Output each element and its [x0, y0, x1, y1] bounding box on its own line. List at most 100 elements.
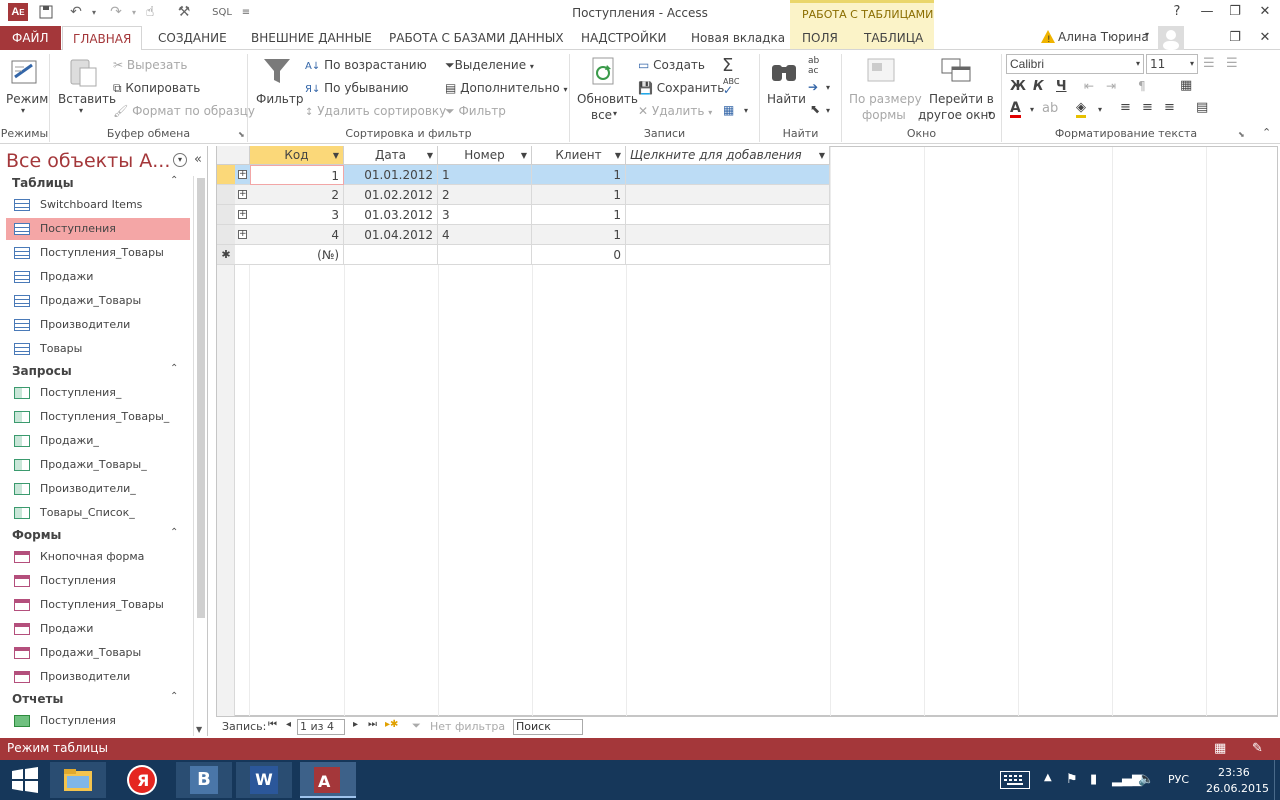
- ribbon-restore-icon[interactable]: ❐: [1222, 28, 1248, 48]
- tab-new[interactable]: Новая вкладка: [681, 26, 795, 50]
- row-selector[interactable]: [217, 225, 235, 245]
- user-dropdown-icon[interactable]: ▾: [1145, 30, 1149, 39]
- remove-sort-button[interactable]: ↕ Удалить сортировку: [305, 104, 446, 118]
- nav-section-header[interactable]: Таблицы: [12, 176, 74, 190]
- table-cell[interactable]: [626, 245, 830, 265]
- table-cell[interactable]: [626, 205, 830, 225]
- redo-icon[interactable]: ↷: [106, 3, 126, 21]
- align-right-icon[interactable]: ≡: [1164, 100, 1175, 115]
- table-cell[interactable]: (№): [250, 245, 344, 265]
- refresh-dropdown-icon[interactable]: ▾: [613, 109, 617, 118]
- last-record-icon[interactable]: ⏭: [368, 719, 377, 730]
- nav-section-header[interactable]: Формы: [12, 528, 61, 542]
- action-center-icon[interactable]: ⚑: [1066, 772, 1078, 787]
- table-cell[interactable]: 01.01.2012: [344, 165, 438, 185]
- column-header-number[interactable]: Номер ▼: [438, 146, 532, 165]
- nav-title[interactable]: Все объекты А...: [6, 150, 170, 172]
- tools-icon[interactable]: ⚒: [174, 3, 194, 21]
- restore-icon[interactable]: ❐: [1222, 2, 1248, 22]
- column-dropdown-icon[interactable]: ▼: [333, 146, 339, 165]
- tab-database-tools[interactable]: РАБОТА С БАЗАМИ ДАННЫХ: [379, 26, 574, 50]
- column-header-date[interactable]: Дата ▼: [344, 146, 438, 165]
- nav-item[interactable]: Производители: [14, 666, 190, 688]
- nav-item[interactable]: Поступления_Товары_: [14, 406, 190, 428]
- filter-icon[interactable]: [262, 56, 292, 89]
- nav-item[interactable]: Продажи: [14, 618, 190, 640]
- tab-table[interactable]: ТАБЛИЦА: [854, 26, 933, 50]
- gridlines-icon[interactable]: ▦: [1180, 78, 1192, 93]
- explorer-taskbar-button[interactable]: [50, 762, 106, 798]
- nav-item[interactable]: Производители_: [14, 478, 190, 500]
- tab-fields[interactable]: ПОЛЯ: [792, 26, 848, 50]
- selection-button[interactable]: ⏷Выделение ▾: [445, 58, 534, 73]
- nav-item[interactable]: Продажи: [14, 266, 190, 288]
- battery-icon[interactable]: ▮: [1090, 772, 1097, 787]
- table-cell[interactable]: 2: [438, 185, 532, 205]
- nav-item[interactable]: Поступления: [6, 218, 190, 240]
- highlight-icon[interactable]: ab: [1042, 101, 1058, 116]
- tab-external-data[interactable]: ВНЕШНИЕ ДАННЫЕ: [241, 26, 382, 50]
- undo-icon[interactable]: ↶: [66, 3, 86, 21]
- sql-button[interactable]: SQL: [206, 3, 238, 21]
- expand-subdatasheet-icon[interactable]: +: [238, 210, 247, 219]
- tab-home[interactable]: ГЛАВНАЯ: [62, 26, 142, 51]
- save-record-button[interactable]: 💾 Сохранить: [638, 81, 724, 95]
- nav-section-header[interactable]: Отчеты: [12, 692, 63, 706]
- table-cell[interactable]: 1: [532, 225, 626, 245]
- table-cell[interactable]: 0: [532, 245, 626, 265]
- datasheet-view-icon[interactable]: ▦: [1214, 741, 1226, 756]
- first-record-icon[interactable]: ⏮: [268, 719, 277, 730]
- select-dropdown-icon[interactable]: ▾: [826, 106, 830, 115]
- expand-subdatasheet-icon[interactable]: +: [238, 170, 247, 179]
- nav-menu-icon[interactable]: ▾: [173, 153, 187, 167]
- access-taskbar-button[interactable]: A: [300, 762, 356, 798]
- table-cell[interactable]: 4: [438, 225, 532, 245]
- next-record-icon[interactable]: ▸: [353, 719, 358, 730]
- select-icon[interactable]: ⬉: [810, 102, 820, 116]
- totals-icon[interactable]: Σ: [722, 55, 733, 76]
- close-icon[interactable]: ✕: [1252, 2, 1278, 22]
- no-filter-label[interactable]: Нет фильтра: [430, 720, 505, 733]
- nav-item[interactable]: Продажи_Товары: [14, 290, 190, 312]
- collapse-section-icon[interactable]: ⌃: [170, 527, 178, 538]
- language-indicator[interactable]: РУС: [1168, 773, 1189, 786]
- nav-item[interactable]: Кнопочная форма: [14, 546, 190, 568]
- italic-button[interactable]: К: [1033, 79, 1044, 94]
- nav-item[interactable]: Поступления_Товары: [14, 242, 190, 264]
- binoculars-icon[interactable]: [770, 57, 798, 88]
- save-icon[interactable]: [36, 3, 56, 21]
- view-dropdown-icon[interactable]: ▾: [21, 106, 25, 115]
- paragraph-icon[interactable]: ¶: [1138, 79, 1146, 93]
- table-cell[interactable]: 3: [250, 205, 344, 225]
- design-view-icon[interactable]: ✎: [1252, 741, 1263, 756]
- clock-date[interactable]: 26.06.2015: [1206, 782, 1269, 795]
- clock-time[interactable]: 23:36: [1218, 766, 1250, 779]
- row-selector[interactable]: [217, 205, 235, 225]
- tab-addins[interactable]: НАДСТРОЙКИ: [571, 26, 676, 50]
- paste-icon[interactable]: [68, 56, 98, 91]
- numbering-icon[interactable]: ☰: [1226, 56, 1238, 71]
- table-cell[interactable]: 1: [250, 165, 344, 185]
- size-to-fit-button[interactable]: По размеру: [849, 92, 922, 106]
- search-input[interactable]: Поиск: [513, 719, 583, 735]
- tray-expand-icon[interactable]: ▲: [1044, 772, 1052, 783]
- undo-dropdown-icon[interactable]: ▾: [84, 3, 104, 21]
- tab-create[interactable]: СОЗДАНИЕ: [148, 26, 237, 50]
- more-records-icon[interactable]: ▦: [723, 103, 734, 117]
- refresh-icon[interactable]: [590, 56, 618, 91]
- alternate-row-color-icon[interactable]: ▤: [1196, 100, 1208, 115]
- column-header-add-field[interactable]: Щелкните для добавления ▼: [626, 146, 830, 165]
- nav-item[interactable]: Продажи_Товары: [14, 642, 190, 664]
- view-button[interactable]: Режим: [6, 92, 48, 106]
- column-header-id[interactable]: Код ▼: [250, 146, 344, 165]
- cut-button[interactable]: ✂ Вырезать: [113, 58, 187, 72]
- table-cell[interactable]: 1: [532, 185, 626, 205]
- nav-item[interactable]: Поступления_Товары: [14, 594, 190, 616]
- nav-item[interactable]: Поступления_: [14, 382, 190, 404]
- text-launcher-icon[interactable]: ⬊: [1238, 130, 1245, 139]
- collapse-section-icon[interactable]: ⌃: [170, 363, 178, 374]
- switch-windows-dropdown-icon[interactable]: ▾: [988, 109, 992, 118]
- new-record-button[interactable]: ▭ Создать: [638, 58, 705, 72]
- nav-item[interactable]: Switchboard Items: [14, 194, 190, 216]
- font-color-button[interactable]: A: [1010, 101, 1021, 118]
